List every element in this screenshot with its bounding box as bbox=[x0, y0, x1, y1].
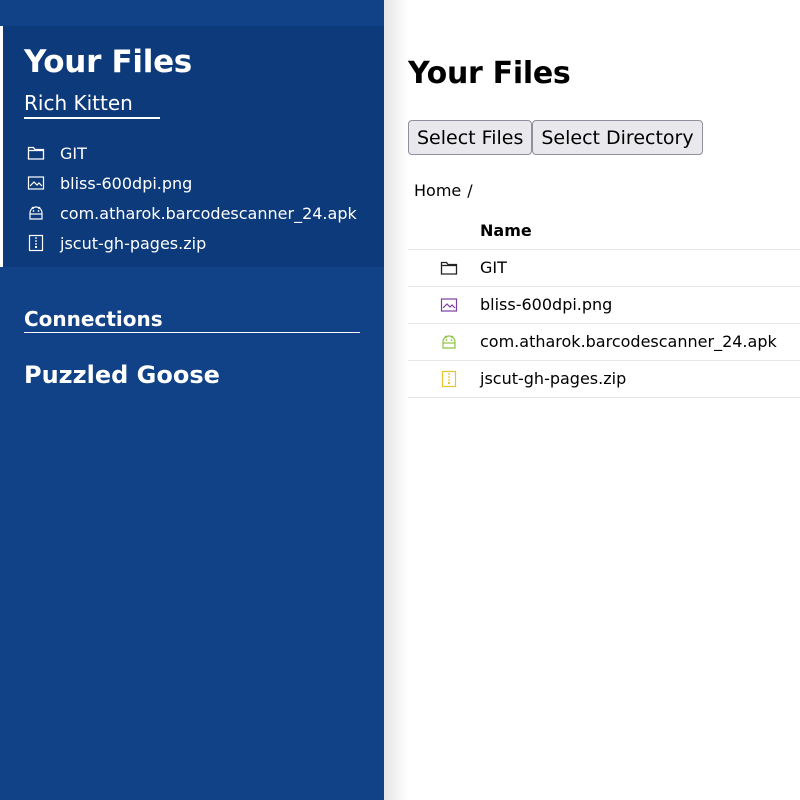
breadcrumb-separator: / bbox=[467, 181, 473, 200]
sidebar-shadow bbox=[384, 0, 408, 800]
breadcrumb-home[interactable]: Home bbox=[414, 180, 461, 202]
connections-heading: Connections bbox=[24, 306, 360, 333]
image-icon bbox=[27, 174, 45, 192]
icon-column-header bbox=[408, 213, 480, 249]
image-icon bbox=[440, 296, 480, 314]
sidebar-file-apk[interactable]: com.atharok.barcodescanner_24.apk bbox=[24, 198, 357, 228]
file-name[interactable]: bliss-600dpi.png bbox=[480, 286, 800, 323]
breadcrumb: Home / bbox=[414, 180, 473, 202]
sidebar-file-zip[interactable]: jscut-gh-pages.zip bbox=[24, 228, 357, 258]
android-icon bbox=[27, 204, 45, 222]
sidebar-file-bliss[interactable]: bliss-600dpi.png bbox=[24, 168, 357, 198]
sidebar-file-label: GIT bbox=[60, 143, 87, 163]
file-name[interactable]: com.atharok.barcodescanner_24.apk bbox=[480, 323, 800, 360]
table-header-row: Name bbox=[408, 213, 800, 249]
sidebar-file-label: bliss-600dpi.png bbox=[60, 173, 193, 193]
sidebar-file-label: com.atharok.barcodescanner_24.apk bbox=[60, 203, 357, 223]
sidebar-files-panel: Your Files Rich Kitten GIT bliss-600dpi.… bbox=[0, 26, 384, 267]
folder-icon bbox=[440, 259, 480, 277]
sidebar-file-list: GIT bliss-600dpi.png com.atharok.barcode… bbox=[24, 138, 357, 258]
select-directory-button[interactable]: Select Directory bbox=[532, 120, 703, 155]
name-column-header[interactable]: Name bbox=[480, 213, 800, 249]
table-row[interactable]: jscut-gh-pages.zip bbox=[408, 360, 800, 397]
sidebar-title: Your Files bbox=[24, 44, 192, 80]
button-row: Select Files Select Directory bbox=[408, 120, 703, 155]
file-table: Name GIT bliss-600dpi.png com.atharok.ba… bbox=[408, 213, 800, 398]
table-row[interactable]: com.atharok.barcodescanner_24.apk bbox=[408, 323, 800, 360]
main-content: Your Files Select Files Select Directory… bbox=[408, 0, 800, 800]
page-title: Your Files bbox=[408, 56, 571, 91]
file-name[interactable]: jscut-gh-pages.zip bbox=[480, 360, 800, 397]
select-files-button[interactable]: Select Files bbox=[408, 120, 533, 155]
table-row[interactable]: GIT bbox=[408, 249, 800, 286]
file-name[interactable]: GIT bbox=[480, 249, 800, 286]
zip-icon bbox=[27, 234, 45, 252]
folder-icon bbox=[27, 144, 45, 162]
sidebar-file-label: jscut-gh-pages.zip bbox=[60, 233, 207, 253]
android-icon bbox=[440, 333, 480, 351]
connection-item[interactable]: Puzzled Goose bbox=[24, 360, 220, 390]
table-row[interactable]: bliss-600dpi.png bbox=[408, 286, 800, 323]
zip-icon bbox=[440, 370, 480, 388]
sidebar-file-git[interactable]: GIT bbox=[24, 138, 357, 168]
sidebar: Your Files Rich Kitten GIT bliss-600dpi.… bbox=[0, 0, 384, 800]
sidebar-user-name[interactable]: Rich Kitten bbox=[24, 90, 160, 119]
